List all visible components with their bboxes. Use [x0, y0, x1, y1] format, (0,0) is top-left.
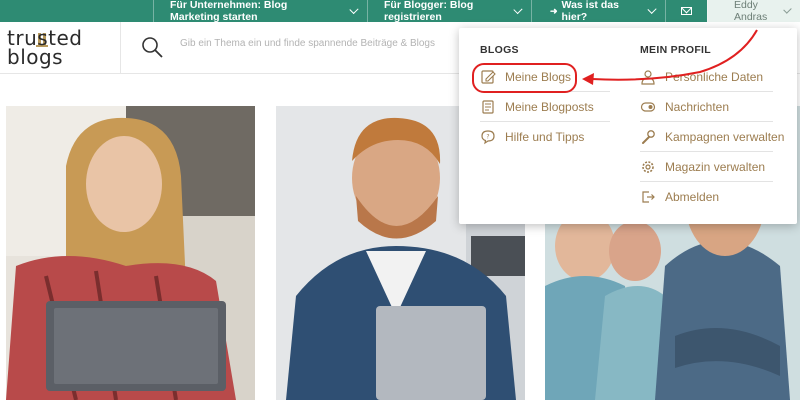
person-icon	[641, 69, 655, 85]
arrow-right-icon: ➜	[550, 5, 558, 16]
about-menu-label: Was ist das hier?	[561, 0, 619, 23]
wrench-icon	[642, 129, 655, 144]
search-icon[interactable]	[141, 36, 163, 58]
user-menu[interactable]: Eddy Andras	[707, 0, 800, 23]
logo-line-2: blogs	[7, 45, 64, 69]
menu-item-personal-data[interactable]: Persönliche Daten	[640, 62, 773, 92]
menu-item-label: Abmelden	[665, 190, 720, 204]
chat-bubble-icon: ?	[481, 130, 495, 145]
chevron-down-icon	[513, 4, 523, 14]
chevron-down-icon	[349, 4, 359, 14]
menu-item-messages[interactable]: Nachrichten	[640, 92, 773, 122]
blogs-section-title: BLOGS	[480, 44, 519, 56]
menu-item-label: Kampagnen verwalten	[665, 129, 785, 144]
business-menu-label: Für Unternehmen: Blog Marketing starten	[170, 0, 288, 23]
message-icon	[640, 101, 656, 112]
blog-photo-woman-laptop[interactable]	[6, 106, 255, 400]
gear-icon	[642, 160, 654, 173]
messages-button[interactable]	[665, 0, 707, 22]
menu-item-logout[interactable]: Abmelden	[640, 182, 773, 212]
business-menu[interactable]: Für Unternehmen: Blog Marketing starten	[153, 0, 367, 23]
chevron-down-icon	[647, 4, 657, 14]
profile-section-title: MEIN PROFIL	[640, 44, 711, 56]
header-divider	[120, 22, 121, 74]
logout-icon	[642, 191, 655, 203]
about-menu[interactable]: ➜ Was ist das hier?	[531, 0, 665, 23]
menu-item-label: Magazin verwalten	[665, 159, 766, 174]
document-icon	[482, 99, 494, 114]
user-name: Eddy Andras	[734, 0, 768, 23]
search-input[interactable]	[180, 38, 450, 49]
site-logo[interactable]: trusted blogs	[6, 26, 114, 70]
menu-item-label: Nachrichten	[665, 99, 730, 114]
menu-item-manage-magazine[interactable]: Magazin verwalten	[640, 152, 773, 182]
top-navigation-bar: Für Unternehmen: Blog Marketing starten …	[0, 0, 800, 23]
menu-item-manage-campaigns[interactable]: Kampagnen verwalten	[640, 122, 784, 152]
blogger-menu-label: Für Blogger: Blog registrieren	[384, 0, 474, 23]
menu-item-label: Persönliche Daten	[665, 69, 764, 84]
annotation-highlight-ring	[472, 63, 577, 93]
menu-item-label: Hilfe und Tipps	[505, 130, 585, 144]
chevron-down-icon	[783, 4, 792, 14]
menu-item-my-blogposts[interactable]: Meine Blogposts	[480, 92, 610, 122]
svg-text:?: ?	[486, 134, 489, 141]
user-dropdown-menu: BLOGS Meine Blogs Meine Blogposts ? Hilf…	[459, 28, 797, 224]
menu-item-label: Meine Blogposts	[505, 99, 594, 114]
blogger-menu[interactable]: Für Blogger: Blog registrieren	[367, 0, 531, 23]
photo-illustration	[6, 106, 255, 400]
menu-item-help-tips[interactable]: ? Hilfe und Tipps	[480, 122, 610, 152]
mail-icon	[681, 7, 692, 15]
